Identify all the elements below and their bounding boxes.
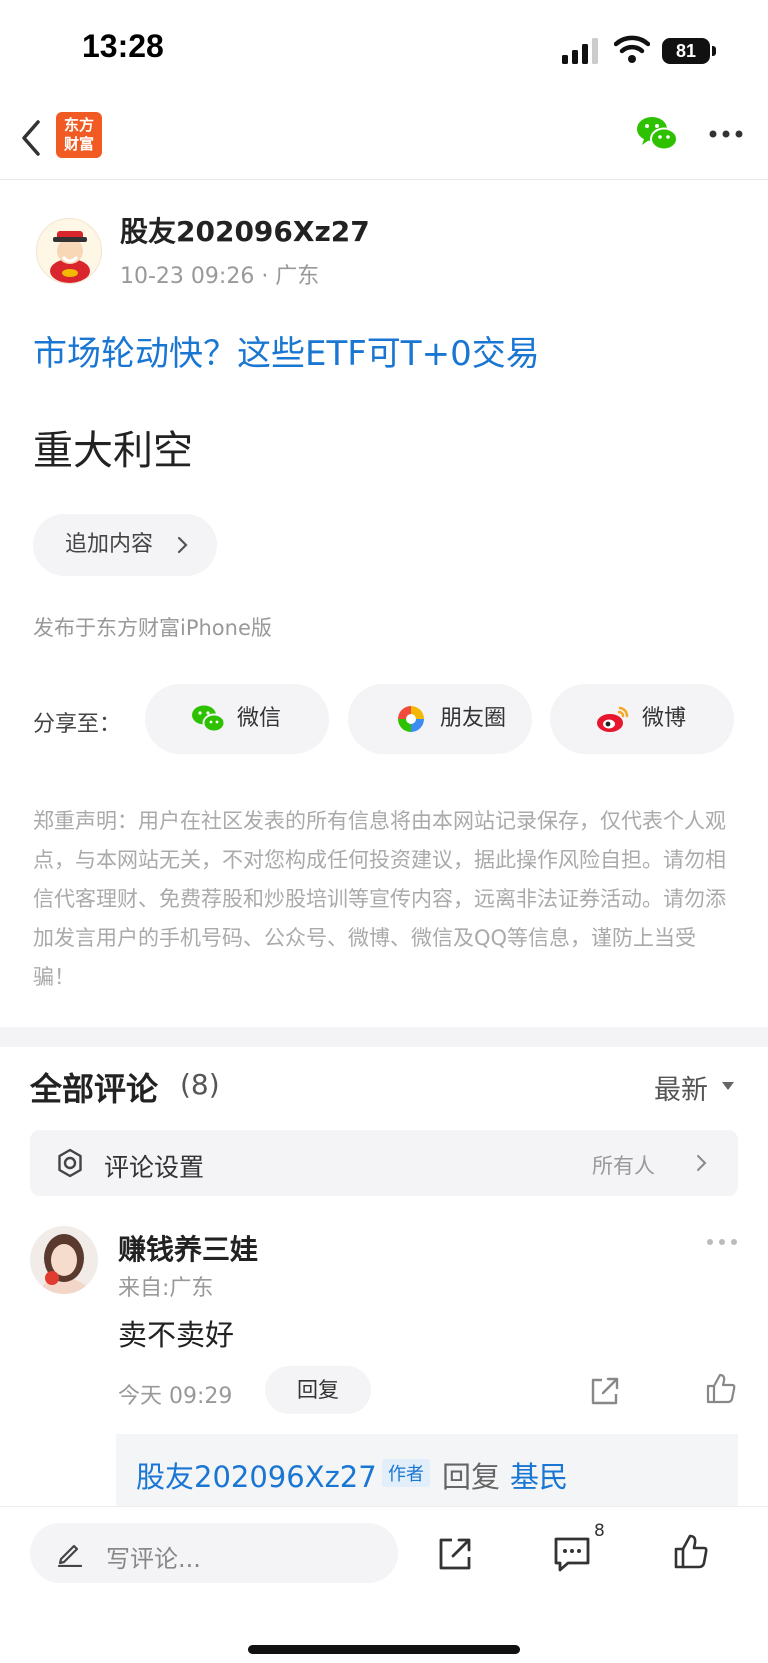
comments-count: (8) (180, 1068, 220, 1101)
caret-down-icon[interactable] (722, 1082, 734, 1090)
commenter-location: 来自:广东 (118, 1276, 214, 1301)
comment-settings-value: 所有人 (592, 1154, 655, 1178)
more-icon[interactable] (708, 124, 744, 144)
disclaimer: 郑重声明：用户在社区发表的所有信息将由本网站记录保存，仅代表个人观点，与本网站无… (33, 809, 726, 989)
status-time: 13:28 (82, 28, 164, 64)
reply-author[interactable]: 股友202096Xz27 (136, 1454, 377, 1496)
back-icon[interactable] (18, 118, 46, 158)
bottom-action-bar: 写评论... 8 (0, 1506, 768, 1663)
weibo-icon (597, 706, 629, 732)
logo-line-1: 东方 (63, 116, 94, 134)
author-name[interactable]: 股友202096Xz27 (120, 210, 370, 250)
home-indicator (248, 1645, 520, 1654)
share-wechat-button[interactable]: 微信 (145, 684, 329, 754)
thumbs-up-icon[interactable] (672, 1533, 710, 1571)
wechat-share-icon[interactable] (636, 114, 678, 154)
reply-target[interactable]: 基民 (510, 1454, 568, 1496)
battery-indicator: 81 (662, 38, 710, 64)
share-weibo-label: 微博 (642, 706, 687, 731)
chevron-right-icon (177, 536, 188, 554)
nav-bar: 东方 财富 (0, 100, 768, 180)
chevron-right-icon (697, 1155, 707, 1171)
eastmoney-logo: 东方 财富 (56, 112, 102, 158)
reply-button[interactable]: 回复 (265, 1366, 371, 1414)
share-icon[interactable] (436, 1535, 474, 1573)
share-weibo-button[interactable]: 微博 (550, 684, 734, 754)
commenter-avatar[interactable] (30, 1226, 98, 1294)
thumbs-up-icon[interactable] (704, 1372, 738, 1406)
comment-settings-row[interactable]: 评论设置 所有人 (30, 1130, 738, 1196)
section-divider (0, 1027, 768, 1047)
share-wechat-label: 微信 (237, 706, 282, 731)
moments-icon (398, 706, 424, 732)
caishen-avatar-icon (50, 231, 90, 283)
commenter-name[interactable]: 赚钱养三娃 (118, 1228, 258, 1268)
sort-dropdown[interactable]: 最新 (654, 1068, 708, 1107)
author-badge: 作者 (382, 1459, 430, 1487)
post-meta: 10-23 09:26 · 广东 (120, 264, 320, 289)
wifi-icon (614, 35, 650, 63)
status-bar: 13:28 81 (0, 0, 768, 100)
comment-time: 今天 09:29 (118, 1384, 233, 1409)
add-content-label: 追加内容 (65, 532, 154, 557)
share-moments-label: 朋友圈 (440, 706, 507, 731)
comment-input[interactable]: 写评论... (30, 1523, 398, 1583)
share-icon[interactable] (588, 1374, 622, 1408)
comment-count-badge: 8 (594, 1521, 605, 1541)
comment-settings-label: 评论设置 (104, 1153, 205, 1182)
logo-line-2: 财富 (63, 135, 94, 153)
avatar-photo (30, 1226, 98, 1294)
comment-icon[interactable] (552, 1535, 592, 1573)
share-label: 分享至： (33, 712, 122, 737)
post-body: 重大利空 (33, 428, 193, 474)
post-detail-page: 13:28 81 东方 财富 股友202096Xz27 10-23 09:26 … (0, 0, 768, 1663)
promo-link[interactable]: 市场轮动快？这些ETF可T+0交易 (33, 326, 540, 375)
reply-verb: 回复 (442, 1460, 501, 1494)
author-avatar[interactable] (36, 218, 102, 284)
comment-text: 卖不卖好 (118, 1318, 235, 1352)
share-moments-button[interactable]: 朋友圈 (348, 684, 532, 754)
comment-input-placeholder: 写评论... (106, 1545, 201, 1573)
battery-tip (712, 46, 716, 56)
wechat-icon (192, 705, 225, 733)
cellular-signal-icon (562, 38, 598, 64)
comments-title: 全部评论 (30, 1070, 159, 1108)
gear-icon (58, 1148, 82, 1178)
publish-source: 发布于东方财富iPhone版 (33, 616, 272, 640)
add-content-button[interactable]: 追加内容 (33, 514, 217, 576)
comment-more-icon[interactable] (706, 1236, 738, 1248)
pen-icon (57, 1544, 83, 1567)
